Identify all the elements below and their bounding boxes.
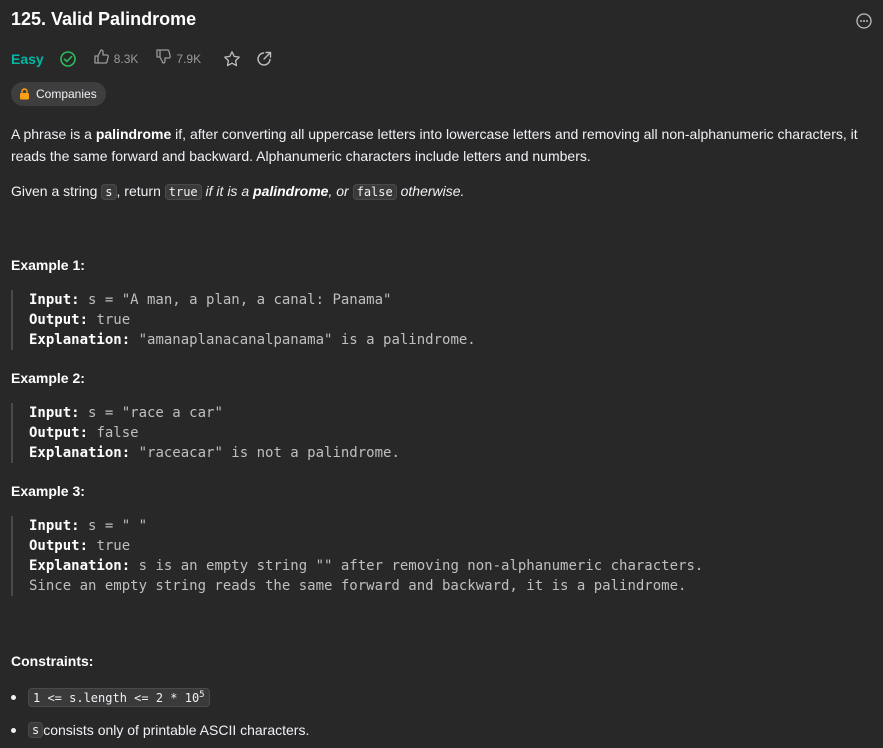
more-options-icon[interactable]	[855, 12, 873, 30]
desc-text: A phrase is a	[11, 126, 96, 142]
dislike-button[interactable]: 7.9K	[155, 48, 201, 70]
desc-italic: if it is a	[201, 183, 254, 199]
constraint-item-2: s consists only of printable ASCII chara…	[11, 722, 309, 738]
inline-code: true	[164, 184, 202, 200]
example-line: Input: s = "A man, a plan, a canal: Pana…	[29, 292, 392, 308]
desc-bold-italic: palindrome	[253, 183, 329, 199]
like-button[interactable]: 8.3K	[93, 48, 139, 70]
constraint-text: consists only of printable ASCII charact…	[43, 722, 310, 738]
constraint-sup: 5	[199, 690, 205, 700]
example-1-heading: Example 1:	[11, 257, 85, 273]
constraints-heading: Constraints:	[11, 653, 94, 669]
inline-code: s	[28, 722, 44, 738]
example-1-block: Input: s = "A man, a plan, a canal: Pana…	[11, 290, 476, 350]
solved-check-icon	[59, 50, 77, 68]
constraint-code-text: 1 <= s.length <= 2 * 10	[33, 691, 200, 705]
desc-text: Given a string	[11, 183, 102, 199]
companies-tag[interactable]: Companies	[11, 82, 106, 106]
thumbs-down-icon	[155, 48, 172, 70]
example-3-heading: Example 3:	[11, 483, 85, 499]
share-icon[interactable]	[255, 50, 273, 68]
difficulty-badge: Easy	[11, 51, 44, 67]
bullet	[11, 695, 16, 700]
lock-icon	[19, 88, 30, 100]
inline-code: false	[352, 184, 397, 200]
example-line: Since an empty string reads the same for…	[29, 578, 687, 594]
problem-title: 125. Valid Palindrome	[11, 9, 197, 29]
description-paragraph-1: A phrase is a palindrome if, after conve…	[11, 123, 871, 167]
description-paragraph-2: Given a string s, return true if it is a…	[11, 180, 464, 203]
example-line: Explanation: "raceacar" is not a palindr…	[29, 445, 400, 461]
example-2-heading: Example 2:	[11, 370, 85, 386]
constraint-item-1: 1 <= s.length <= 2 * 105	[11, 688, 210, 707]
companies-label: Companies	[36, 87, 97, 101]
example-line: Input: s = " "	[29, 518, 148, 534]
desc-text: , return	[116, 183, 165, 199]
example-line: Explanation: "amanaplanacanalpanama" is …	[29, 332, 476, 348]
problem-meta-row: Easy 8.3K 7.9K	[11, 48, 273, 70]
bullet	[11, 727, 16, 733]
example-line: Output: false	[29, 425, 139, 441]
example-line: Input: s = "race a car"	[29, 405, 223, 421]
dislike-count: 7.9K	[176, 52, 202, 66]
like-count: 8.3K	[113, 52, 139, 66]
example-2-block: Input: s = "race a car" Output: false Expl…	[11, 403, 400, 463]
thumbs-up-icon	[93, 48, 110, 70]
desc-italic: , or	[328, 183, 353, 199]
example-line: Output: true	[29, 538, 131, 554]
star-icon[interactable]	[223, 50, 241, 68]
constraint-code: 1 <= s.length <= 2 * 105	[28, 688, 210, 707]
desc-italic: otherwise.	[396, 183, 465, 199]
example-line: Explanation: s is an empty string "" aft…	[29, 558, 704, 574]
desc-bold-palindrome: palindrome	[95, 126, 172, 142]
example-3-block: Input: s = " " Output: true Explanation: s…	[11, 516, 703, 596]
example-line: Output: true	[29, 312, 131, 328]
inline-code: s	[101, 184, 117, 200]
